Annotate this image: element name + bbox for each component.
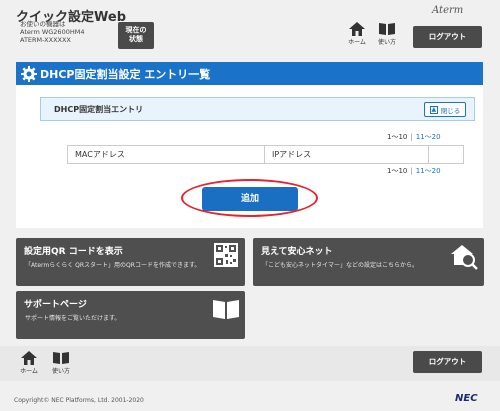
column-actions [429,146,463,163]
page-title: DHCP固定割当設定 エントリ一覧 [40,67,211,81]
pager-top-current: 1〜10 [387,133,408,141]
close-button[interactable]: ▲ 閉じる [424,102,466,117]
model-id: ATERM-XXXXXX [20,36,71,44]
qr-code-card-title: 設定用QR コードを表示 [24,247,123,257]
pager-top: 1〜10 | 11〜20 [387,132,441,142]
home-link[interactable]: ホーム [344,22,370,46]
qr-code-icon [214,243,238,267]
howto-link[interactable]: 使い方 [374,22,400,46]
support-card-title: サポートページ [24,300,87,310]
model-label: お使いの機器は [20,20,66,28]
status-button-line2: 状態 [129,35,143,43]
status-button-line1: 現在の [125,26,147,34]
book-icon [213,300,239,319]
pager-separator: | [410,133,413,141]
collapse-icon: ▲ [429,105,438,114]
gear-icon [21,65,37,82]
pager-separator: | [410,167,413,175]
copyright: Copyright© NEC Platforms, Ltd. 2001-2020 [14,397,144,404]
footer-nav: ホーム 使い方 ログアウト [0,346,500,381]
model-name: Aterm WG2600HM4 [20,28,85,36]
footer-home-label: ホーム [20,368,38,375]
entry-section-header: DHCP固定割当エントリ ▲ 閉じる [40,97,475,121]
page-title-bar: DHCP固定割当設定 エントリ一覧 [16,62,483,85]
pager-bottom: 1〜10 | 11〜20 [387,166,441,176]
pager-bottom-next[interactable]: 11〜20 [416,167,441,175]
footer-howto-link[interactable]: 使い方 [48,351,74,375]
book-icon [53,352,69,364]
pager-bottom-current: 1〜10 [387,167,408,175]
footer-logout-button[interactable]: ログアウト [413,351,482,373]
close-label: 閉じる [440,106,461,115]
support-card-desc: サポート情報をご覧いただけます。 [25,315,121,322]
qr-code-card-desc: 「Atermらくらく QRスタート」用のQRコードを作成できます。 [25,262,201,269]
column-ip-address: IPアドレス [265,146,429,163]
logout-button[interactable]: ログアウト [413,26,482,48]
footer-howto-label: 使い方 [51,368,70,375]
mieru-anshin-card-desc: 「こども安心ネットタイマー」などの設定はこちらから。 [262,262,419,269]
house-search-icon [451,245,478,270]
entry-table-header: MACアドレス IPアドレス [67,145,464,164]
status-button[interactable]: 現在の 状態 [118,22,154,49]
home-icon [349,22,365,36]
mieru-anshin-card-title: 見えて安心ネット [261,247,333,257]
column-mac-address: MACアドレス [68,146,265,163]
aterm-logo: Aterm [432,5,464,16]
support-card[interactable]: サポートページ サポート情報をご覧いただけます。 [16,291,245,339]
book-icon [379,23,395,35]
howto-label: 使い方 [377,39,396,46]
add-button[interactable]: 追加 [202,187,298,211]
mieru-anshin-card[interactable]: 見えて安心ネット 「こども安心ネットタイマー」などの設定はこちらから。 [253,238,484,286]
footer-home-link[interactable]: ホーム [16,351,42,375]
entry-section-label: DHCP固定割当エントリ [54,104,144,114]
header: クイック設定Web お使いの機器は Aterm WG2600HM4 ATERM-… [0,0,500,58]
home-label: ホーム [348,39,366,46]
qr-code-card[interactable]: 設定用QR コードを表示 「Atermらくらく QRスタート」用のQRコードを作… [16,238,245,286]
home-icon [21,351,37,365]
nec-logo: NEC [455,393,478,404]
pager-top-next[interactable]: 11〜20 [416,133,441,141]
